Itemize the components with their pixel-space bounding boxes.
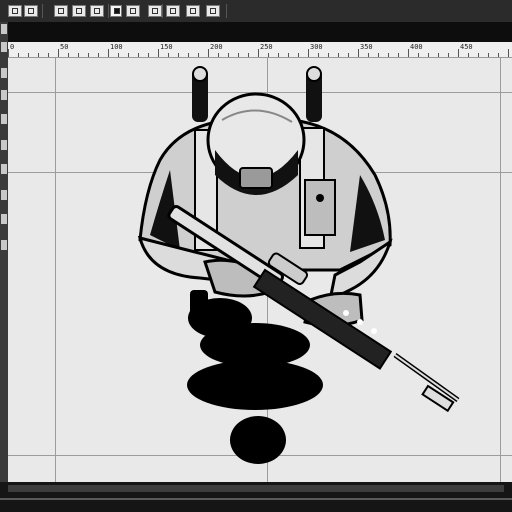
status-bar <box>0 482 512 512</box>
divider <box>0 498 512 500</box>
soldier-illustration[interactable] <box>0 0 512 512</box>
horizontal-scrollbar[interactable] <box>8 485 504 492</box>
helmet <box>206 92 306 195</box>
